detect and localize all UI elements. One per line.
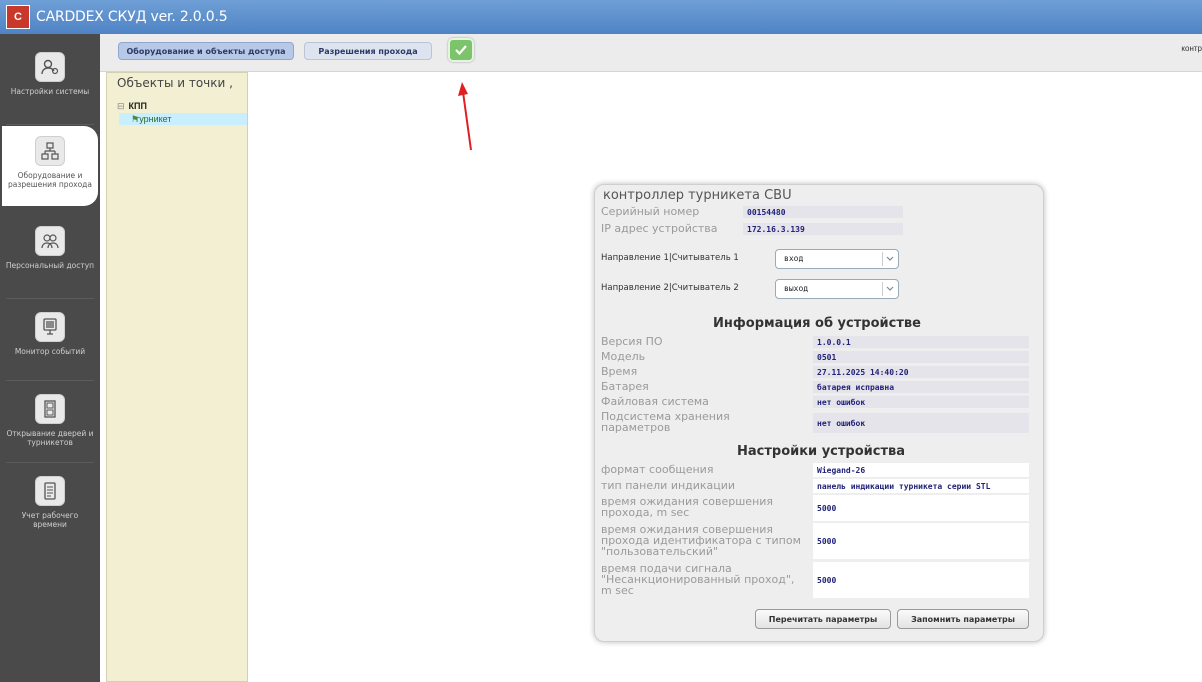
setting-value[interactable]: Wiegand-26	[813, 463, 1029, 477]
objects-tree-panel: Объекты и точки , ⊟ КПП ⚑ турникет	[106, 72, 248, 682]
serial-value: 00154480	[743, 206, 903, 218]
sidebar-item-label: Персональный доступ	[5, 261, 95, 270]
sidebar-item-label: Настройки системы	[10, 87, 90, 96]
setting-label: формат сообщения	[601, 463, 714, 476]
setting-value[interactable]: панель индикации турникета серии STL	[813, 479, 1029, 493]
tab-bar: Оборудование и объекты доступа Разрешени…	[100, 34, 1202, 72]
app-logo-text: C	[14, 11, 22, 23]
sidebar-item-work-time[interactable]: Учет рабочего времени	[0, 466, 100, 546]
save-params-button[interactable]: Запомнить параметры	[897, 609, 1029, 629]
info-value: 1.0.0.1	[813, 336, 1029, 348]
title-bar: C CARDDEX СКУД ver. 2.0.0.5	[0, 0, 1202, 34]
sidebar-item-event-monitor[interactable]: Монитор событий	[0, 302, 100, 382]
tree-node-turnstile[interactable]: ⚑ турникет	[119, 113, 247, 125]
device-info-heading: Информация об устройстве	[713, 316, 921, 331]
app-title: CARDDEX СКУД ver. 2.0.0.5	[36, 9, 228, 25]
people-group-icon	[35, 226, 65, 256]
setting-label: время ожидания совершения прохода иденти…	[601, 523, 801, 558]
info-value: нет ошибок	[813, 413, 1029, 433]
tab-equipment[interactable]: Оборудование и объекты доступа	[118, 42, 294, 60]
info-label: Версия ПО	[601, 335, 663, 348]
sidebar-divider	[6, 298, 94, 299]
sidebar-item-label: Монитор событий	[14, 347, 86, 356]
direction2-select[interactable]: выход	[775, 279, 899, 299]
collapse-icon[interactable]: ⊟	[117, 101, 126, 112]
tree-node-checkpoint[interactable]: ⊟ КПП	[117, 101, 147, 112]
tree-node-label: турникет	[135, 114, 172, 124]
document-icon	[35, 476, 65, 506]
setting-value[interactable]: 5000	[813, 523, 1029, 559]
checkmark-icon	[455, 45, 467, 56]
info-value: батарея исправна	[813, 381, 1029, 393]
network-hierarchy-icon	[35, 136, 65, 166]
sidebar-divider	[6, 462, 94, 463]
info-label: Время	[601, 365, 638, 378]
setting-label: тип панели индикации	[601, 479, 736, 492]
sidebar-item-personal-access[interactable]: Персональный доступ	[0, 216, 100, 296]
direction1-select[interactable]: вход	[775, 249, 899, 269]
info-label: Батарея	[601, 380, 649, 393]
app-window: C CARDDEX СКУД ver. 2.0.0.5 Настройки си…	[0, 0, 1202, 682]
direction2-label: Направление 2|Считыватель 2	[601, 283, 739, 293]
serial-label: Серийный номер	[601, 205, 700, 218]
info-label: Модель	[601, 350, 646, 363]
settings-person-icon	[35, 52, 65, 82]
truncated-header-text: контр	[1181, 44, 1202, 53]
chevron-down-icon	[882, 282, 896, 296]
sidebar-item-door-opening[interactable]: Открывание дверей и турникетов	[0, 384, 100, 464]
info-label: Подсистема хранения параметров	[601, 410, 730, 434]
tree-header: Объекты и точки ,	[117, 76, 233, 90]
controller-title: контроллер турникета CBU	[603, 188, 792, 203]
info-value: 27.11.2025 14:40:20	[813, 366, 1029, 378]
app-logo-icon: C	[6, 5, 30, 29]
setting-value[interactable]: 5000	[813, 562, 1029, 598]
sidebar-item-label: Открывание дверей и турникетов	[6, 429, 94, 447]
sidebar-divider	[6, 380, 94, 381]
sidebar-divider	[6, 124, 94, 125]
direction1-label: Направление 1|Считыватель 1	[601, 253, 739, 263]
direction2-value: выход	[784, 284, 809, 293]
setting-value[interactable]: 5000	[813, 495, 1029, 521]
info-value: нет ошибок	[813, 396, 1029, 408]
setting-label: время ожидания совершения прохода, m sec	[601, 495, 774, 519]
sidebar-item-system-settings[interactable]: Настройки системы	[0, 42, 100, 122]
sidebar-item-label: Оборудование и разрешения прохода	[8, 171, 92, 189]
monitor-icon	[35, 312, 65, 342]
sidebar-item-label: Учет рабочего времени	[21, 511, 79, 529]
device-controller-panel: контроллер турникета CBU Серийный номер …	[594, 184, 1044, 642]
device-settings-heading: Настройки устройства	[737, 444, 905, 459]
info-value: 0501	[813, 351, 1029, 363]
tab-permissions[interactable]: Разрешения прохода	[304, 42, 432, 60]
reread-params-button[interactable]: Перечитать параметры	[755, 609, 891, 629]
direction1-value: вход	[784, 254, 804, 263]
ip-label: IP адрес устройства	[601, 222, 718, 235]
sidebar-item-equipment[interactable]: Оборудование и разрешения прохода	[2, 126, 98, 206]
red-arrow-annotation	[458, 82, 472, 151]
flag-icon: ⚑	[131, 114, 140, 124]
confirm-button[interactable]	[448, 38, 474, 62]
setting-label: время подачи сигнала "Несанкционированны…	[601, 562, 795, 597]
chevron-down-icon	[882, 252, 896, 266]
tree-node-label: КПП	[128, 101, 147, 111]
info-label: Файловая система	[601, 395, 709, 408]
door-icon	[35, 394, 65, 424]
ip-value: 172.16.3.139	[743, 223, 903, 235]
left-sidebar: Настройки системы Оборудование и разреше…	[0, 34, 100, 682]
